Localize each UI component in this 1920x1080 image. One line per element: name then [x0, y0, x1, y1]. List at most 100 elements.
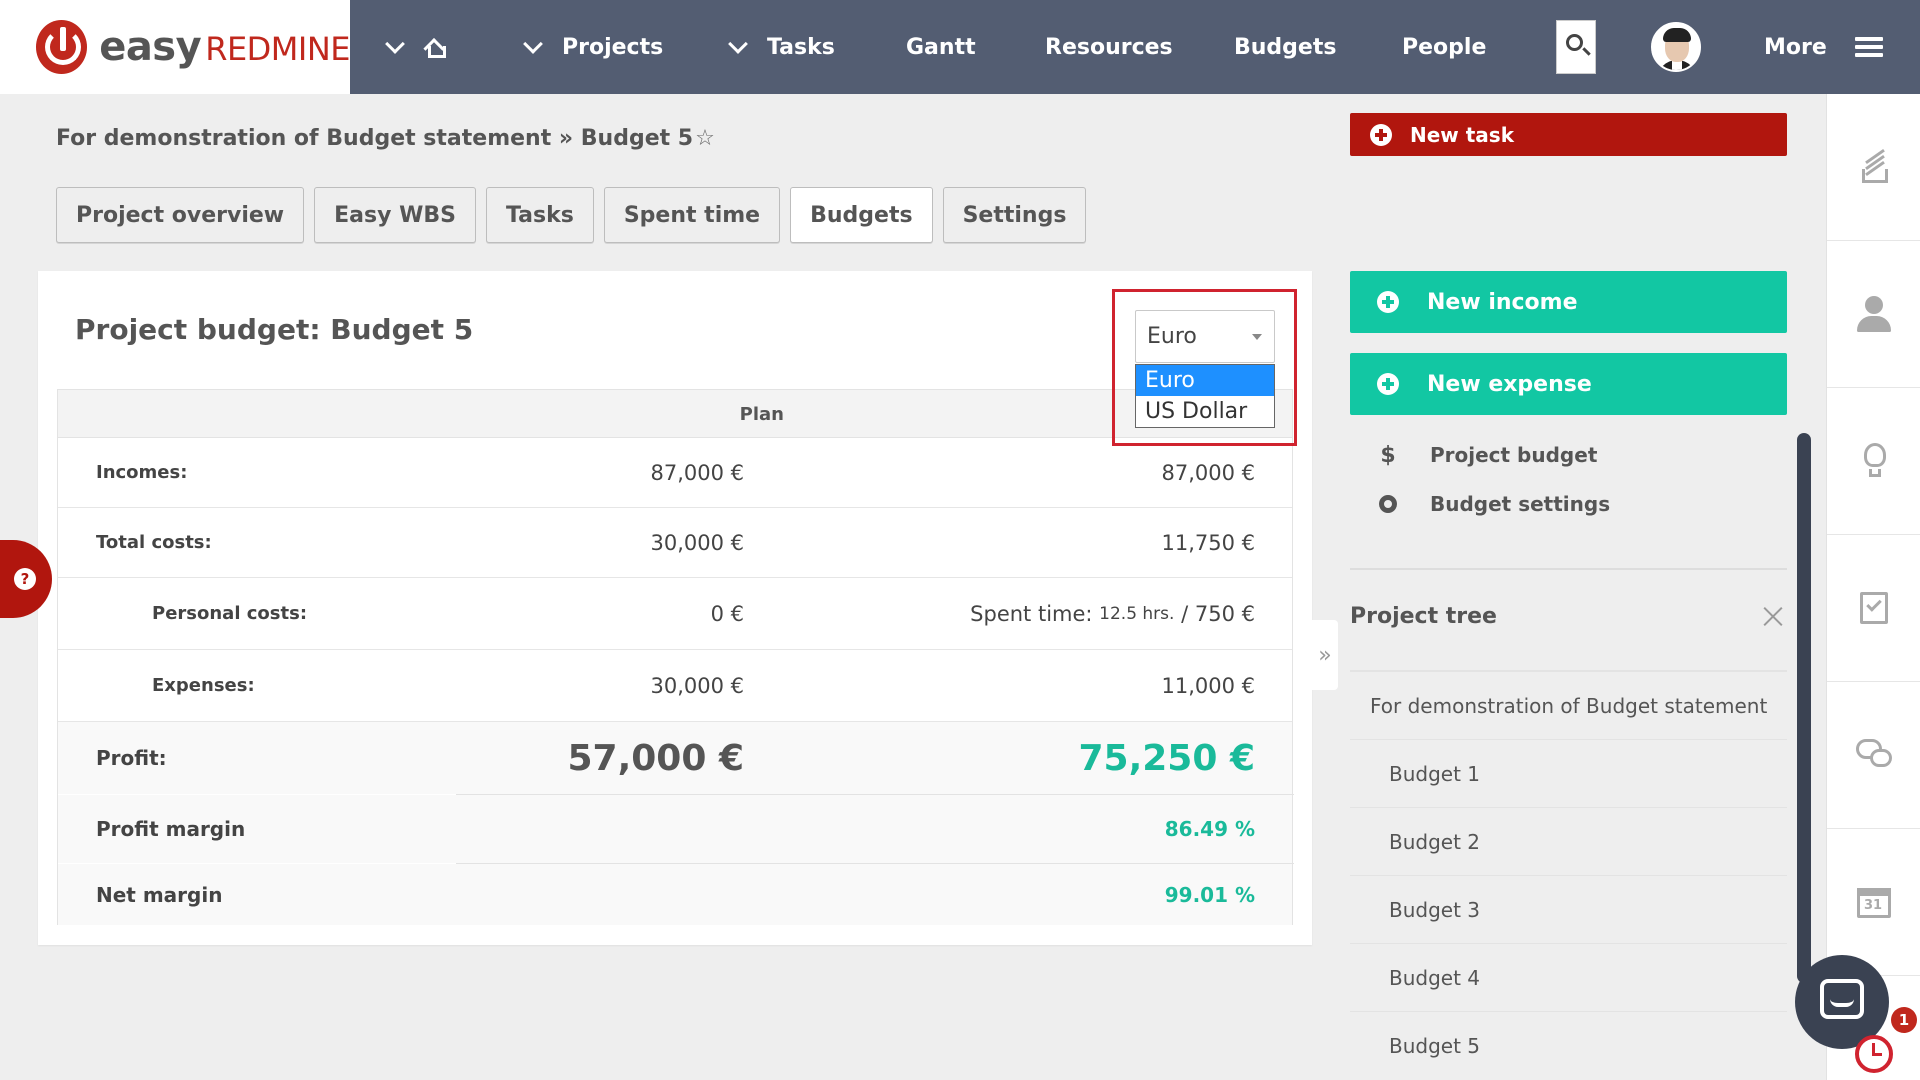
- project-tree-title: Project tree: [1350, 604, 1497, 629]
- hamburger-icon: [1854, 37, 1883, 57]
- budget-settings-link[interactable]: Budget settings: [1376, 489, 1610, 519]
- nav-tasks[interactable]: Tasks: [728, 0, 835, 94]
- nav-people[interactable]: People: [1402, 0, 1486, 94]
- plan-value: 30,000 €: [650, 673, 744, 698]
- chevron-down-icon[interactable]: [385, 34, 405, 54]
- plus-circle-icon: [1377, 291, 1399, 313]
- nav-projects-label: Projects: [562, 34, 664, 60]
- new-task-label: New task: [1410, 122, 1515, 147]
- tab-tasks[interactable]: Tasks: [485, 187, 594, 243]
- real-value: 11,750 €: [1161, 530, 1255, 555]
- real-value: 75,250 €: [1078, 737, 1255, 779]
- row-label: Profit margin: [96, 817, 246, 841]
- sidebar-scrollbar[interactable]: [1797, 433, 1811, 983]
- row-label: Total costs:: [96, 532, 212, 553]
- sidebar-toggle[interactable]: »: [1312, 620, 1338, 690]
- right-icon-rail: 31: [1826, 94, 1920, 1080]
- user-avatar[interactable]: [1651, 22, 1701, 72]
- plus-circle-icon: [1370, 123, 1392, 146]
- caret-down-icon: [1252, 334, 1262, 340]
- breadcrumb-page[interactable]: Budget 5: [581, 126, 693, 151]
- tab-project-overview[interactable]: Project overview: [56, 187, 305, 243]
- nav-resources-label: Resources: [1045, 34, 1173, 60]
- nav-budgets-label: Budgets: [1234, 34, 1337, 60]
- tree-item[interactable]: Budget 3: [1350, 876, 1787, 944]
- logo-text-redmine: REDMINE: [205, 30, 350, 68]
- chevron-down-icon[interactable]: [728, 34, 748, 54]
- nav-gantt[interactable]: Gantt: [906, 0, 976, 94]
- row-label: Incomes:: [96, 462, 188, 483]
- spent-time-hours: 12.5 hrs.: [1099, 603, 1175, 624]
- chevron-down-icon[interactable]: [523, 34, 543, 54]
- column-header-plan: Plan: [739, 404, 784, 425]
- sidebar-divider: [1350, 568, 1787, 570]
- rail-chat[interactable]: [1827, 682, 1920, 829]
- rail-calendar[interactable]: 31: [1827, 829, 1920, 976]
- top-navigation-bar: easy REDMINE Projects Tasks Gantt Resour…: [0, 0, 1920, 94]
- row-label: Personal costs:: [152, 603, 308, 624]
- nav-home[interactable]: [385, 0, 446, 94]
- timer-clock-icon[interactable]: [1855, 1035, 1893, 1073]
- row-total-costs: Total costs: 30,000 € 11,750 €: [58, 508, 1292, 578]
- tab-spent-time[interactable]: Spent time: [603, 187, 781, 243]
- row-incomes: Incomes: 87,000 € 87,000 €: [58, 438, 1292, 508]
- rail-ideas[interactable]: [1827, 388, 1920, 535]
- row-label: Profit:: [96, 746, 167, 770]
- plus-circle-icon: [1377, 373, 1399, 395]
- lightbulb-icon: [1854, 441, 1894, 481]
- tree-item[interactable]: Budget 5: [1350, 1012, 1787, 1080]
- tab-easy-wbs[interactable]: Easy WBS: [314, 187, 476, 243]
- tab-budgets[interactable]: Budgets: [790, 187, 933, 243]
- real-value: 99.01 %: [1164, 882, 1255, 907]
- close-icon[interactable]: [1762, 605, 1784, 627]
- currency-options: Euro US Dollar: [1135, 364, 1275, 428]
- dollar-icon: $: [1380, 442, 1396, 468]
- real-value: 11,000 €: [1161, 673, 1255, 698]
- nav-tasks-label: Tasks: [767, 34, 835, 60]
- tree-item[interactable]: Budget 4: [1350, 944, 1787, 1012]
- nav-gantt-label: Gantt: [906, 34, 976, 60]
- project-tabs: Project overview Easy WBS Tasks Spent ti…: [56, 187, 1096, 243]
- tab-settings[interactable]: Settings: [942, 187, 1087, 243]
- more-menu[interactable]: More: [1764, 0, 1883, 94]
- currency-option-us-dollar[interactable]: US Dollar: [1136, 396, 1274, 427]
- nav-projects[interactable]: Projects: [523, 0, 664, 94]
- search-button[interactable]: [1556, 20, 1596, 74]
- spent-time-value: 750 €: [1194, 601, 1255, 626]
- new-expense-label: New expense: [1427, 371, 1592, 397]
- row-personal-costs: Personal costs: 0 € Spent time: 12.5 hrs…: [58, 578, 1292, 650]
- breadcrumb-project-link[interactable]: For demonstration of Budget statement: [56, 126, 551, 151]
- rail-activity[interactable]: [1827, 94, 1920, 241]
- tree-item[interactable]: Budget 2: [1350, 808, 1787, 876]
- project-budget-label: Project budget: [1430, 443, 1598, 467]
- tree-item[interactable]: Budget 1: [1350, 740, 1787, 808]
- nav-budgets[interactable]: Budgets: [1234, 0, 1336, 94]
- home-icon[interactable]: [424, 38, 446, 58]
- spent-time-label: Spent time:: [970, 601, 1100, 626]
- project-budget-link[interactable]: $ Project budget: [1376, 440, 1597, 470]
- favorite-star-icon[interactable]: ☆: [695, 126, 715, 151]
- calendar-day: 31: [1864, 898, 1883, 913]
- new-task-button[interactable]: New task: [1350, 113, 1787, 156]
- nav-people-label: People: [1402, 34, 1487, 60]
- rail-users[interactable]: [1827, 241, 1920, 388]
- checklist-icon: [1854, 588, 1894, 628]
- gear-icon: [1379, 495, 1397, 513]
- logo[interactable]: easy REDMINE: [0, 0, 350, 94]
- row-label: Expenses:: [152, 675, 255, 696]
- nav-resources[interactable]: Resources: [1045, 0, 1173, 94]
- new-expense-button[interactable]: New expense: [1350, 353, 1787, 415]
- logo-power-icon: [36, 20, 88, 74]
- real-value: Spent time: 12.5 hrs. / 750 €: [970, 578, 1255, 649]
- currency-option-euro[interactable]: Euro: [1136, 365, 1274, 396]
- currency-select-value: Euro: [1147, 324, 1197, 349]
- currency-select[interactable]: Euro: [1135, 310, 1275, 363]
- budget-table: Plan Incomes: 87,000 € 87,000 € Total co…: [57, 389, 1294, 925]
- more-label: More: [1764, 34, 1827, 60]
- tree-item[interactable]: For demonstration of Budget statement: [1350, 672, 1787, 740]
- plan-value: 57,000 €: [567, 737, 744, 779]
- new-income-button[interactable]: New income: [1350, 271, 1787, 333]
- rail-tasks[interactable]: [1827, 535, 1920, 682]
- real-value: 87,000 €: [1161, 460, 1255, 485]
- breadcrumb-separator: »: [558, 126, 574, 151]
